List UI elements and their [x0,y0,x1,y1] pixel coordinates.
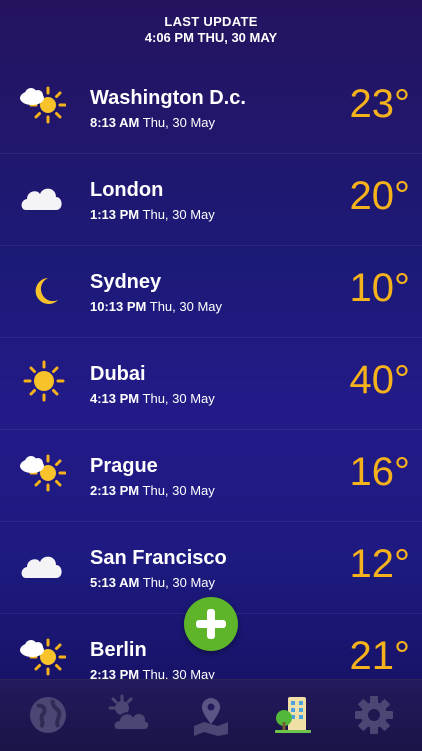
city-temperature: 23° [349,82,411,126]
last-update-label: LAST UPDATE [164,14,258,29]
city-name: London [90,179,164,201]
city-row-sydney[interactable]: Sydney 10:13 PM Thu, 30 May 10° [0,246,422,338]
tab-bar [0,679,422,751]
last-update-header: LAST UPDATE 4:06 PM THU, 30 MAY [0,14,422,45]
city-local-time: 4:13 PM Thu, 30 May [90,391,215,406]
city-name: Sydney [90,271,162,293]
city-local-time: 8:13 AM Thu, 30 May [90,115,216,130]
city-row-dubai[interactable]: Dubai 4:13 PM Thu, 30 May 40° [0,338,422,430]
add-city-button[interactable] [184,597,238,651]
city-temperature: 20° [349,174,411,218]
city-temperature: 21° [349,634,411,678]
city-local-time: 5:13 AM Thu, 30 May [90,575,216,590]
moon-icon [35,278,58,304]
globe-icon[interactable] [27,694,69,736]
city-name: Dubai [90,363,146,385]
last-update-time: 4:06 PM THU, 30 MAY [144,30,278,45]
city-list-icon[interactable] [272,694,314,736]
weather-icon[interactable] [108,694,150,736]
sun-icon [23,360,65,402]
city-name: Washington D.c. [90,87,246,109]
city-temperature: 16° [349,450,411,494]
partly-cloudy-icon [20,638,66,676]
city-local-time: 2:13 PM Thu, 30 May [90,483,215,498]
cloud-icon [21,188,62,210]
city-row-prague[interactable]: Prague 2:13 PM Thu, 30 May 16° [0,430,422,522]
city-name: Prague [90,455,158,477]
city-temperature: 40° [349,358,411,402]
city-name: Berlin [90,639,147,661]
city-temperature: 10° [349,266,411,310]
city-local-time: 10:13 PM Thu, 30 May [90,299,223,314]
city-row-washington[interactable]: Washington D.c. 8:13 AM Thu, 30 May 23° [0,62,422,154]
partly-cloudy-icon [20,454,66,492]
city-local-time: 1:13 PM Thu, 30 May [90,207,215,222]
city-name: San Francisco [90,547,227,569]
cloud-icon [21,556,62,578]
partly-cloudy-icon [20,86,66,124]
city-temperature: 12° [349,542,411,586]
map-pin-icon[interactable] [190,694,232,736]
city-row-london[interactable]: London 1:13 PM Thu, 30 May 20° [0,154,422,246]
settings-gear-icon[interactable] [353,694,395,736]
